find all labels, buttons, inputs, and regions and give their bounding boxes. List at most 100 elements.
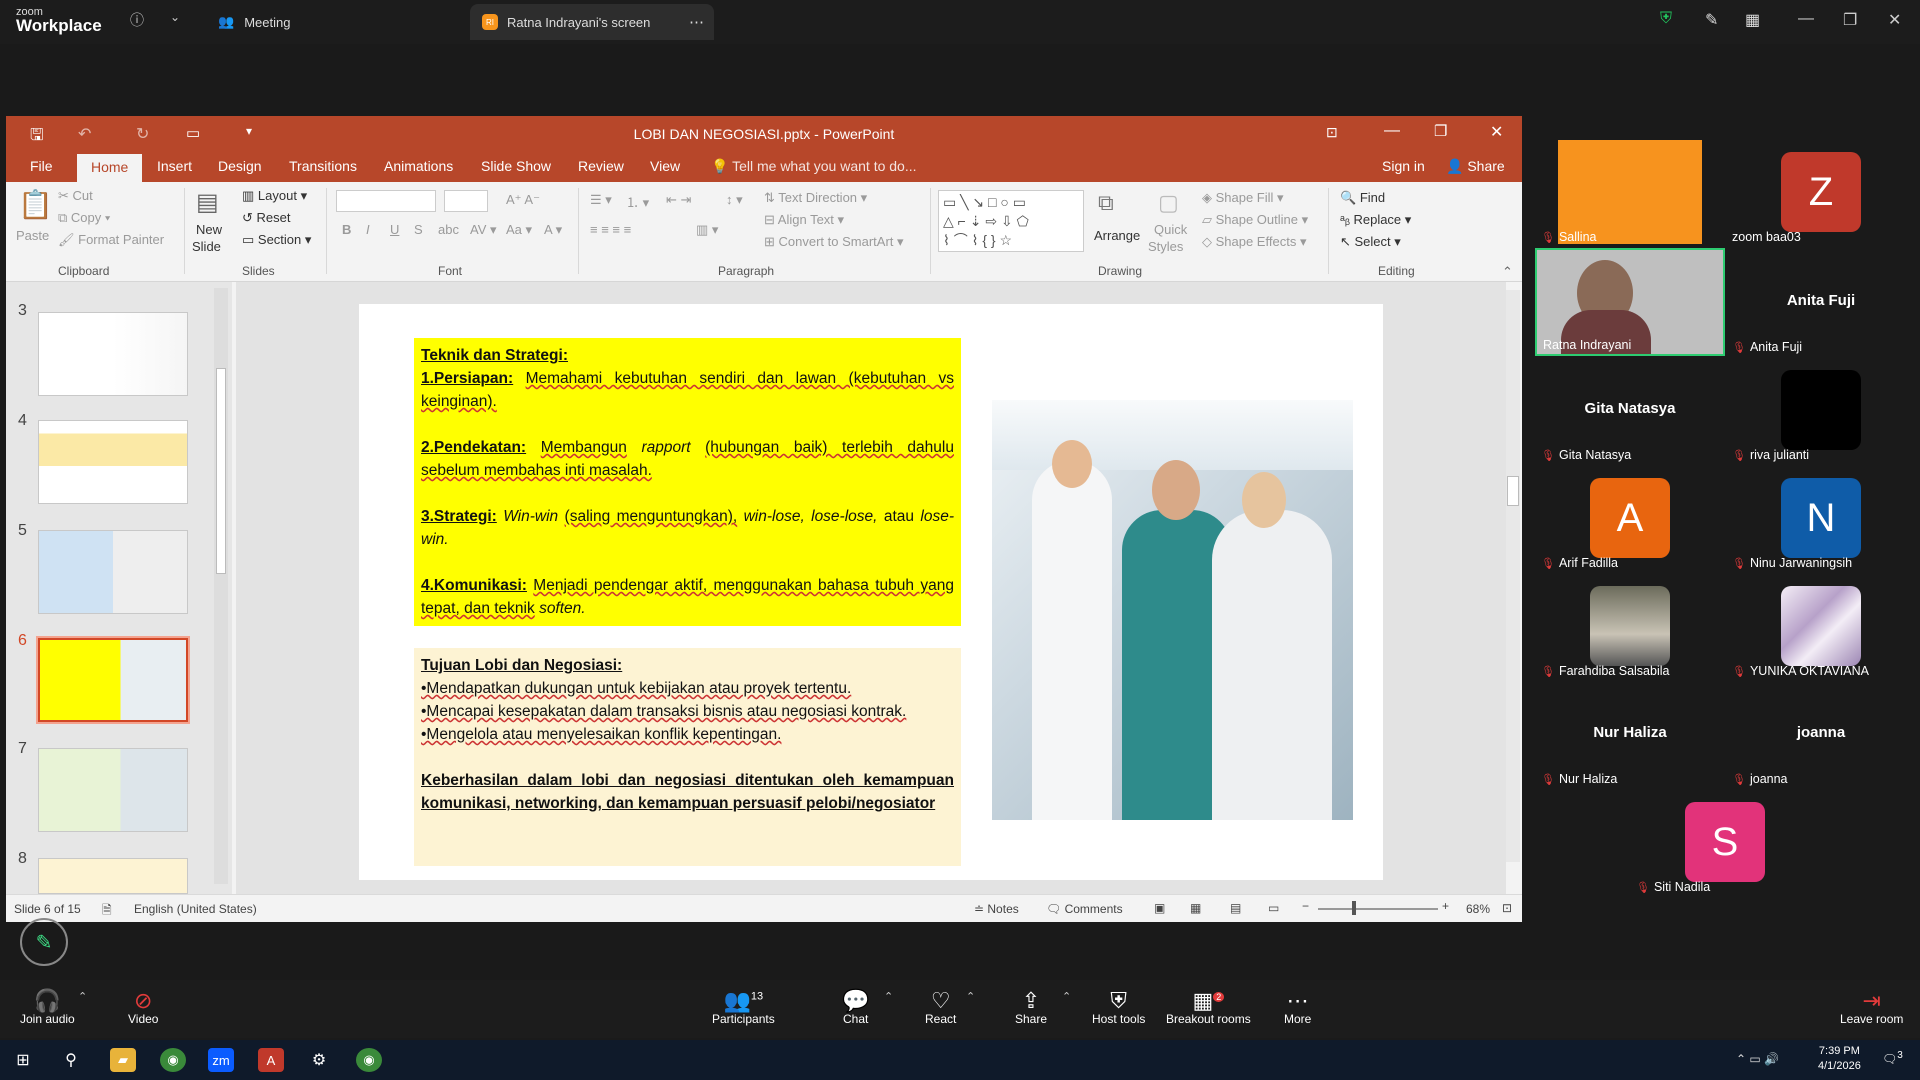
info-icon[interactable]: ⓘ	[130, 10, 144, 30]
chrome-icon[interactable]: ◉	[160, 1048, 186, 1072]
zoom-level[interactable]: 68%	[1466, 902, 1490, 916]
tab-insert[interactable]: Insert	[157, 158, 192, 174]
react-options-icon[interactable]: ⌃	[966, 990, 975, 1003]
file-explorer-icon[interactable]: ▰	[110, 1048, 136, 1072]
chat-options-icon[interactable]: ⌃	[884, 990, 893, 1003]
participant-tile[interactable]: 🎙 riva julianti	[1726, 356, 1916, 464]
chevron-down-icon[interactable]: ⌄	[170, 10, 180, 24]
slide-thumbnail-8[interactable]	[38, 858, 188, 894]
slide-thumbnail-7[interactable]	[38, 748, 188, 832]
bullets-button[interactable]: ☰ ▾	[590, 192, 612, 208]
tell-me-box[interactable]: 💡 Tell me what you want to do...	[711, 158, 917, 175]
section-button[interactable]: ▭ Section ▾	[242, 232, 311, 248]
char-spacing-button[interactable]: AV ▾	[470, 222, 497, 238]
participant-tile[interactable]: 🎙 Sallina	[1535, 138, 1725, 246]
convert-smartart-button[interactable]: ⊞ Convert to SmartArt ▾	[764, 234, 904, 250]
thumbs-scroll-thumb[interactable]	[216, 368, 226, 574]
zoom-slider[interactable]	[1318, 908, 1438, 910]
canvas-scroll-thumb[interactable]	[1507, 476, 1519, 506]
slide-thumbnail-6[interactable]	[36, 636, 190, 724]
ppt-close-icon[interactable]: ✕	[1490, 122, 1503, 142]
tab-meeting[interactable]: 👥 Meeting	[218, 4, 290, 40]
notification-icon[interactable]: 🗨3	[1882, 1050, 1903, 1066]
align-text-button[interactable]: ⊟ Align Text ▾	[764, 212, 844, 228]
columns-button[interactable]: ▥ ▾	[696, 222, 718, 238]
shape-outline-button[interactable]: ▱ Shape Outline ▾	[1202, 212, 1308, 228]
zoom-in-icon[interactable]: +	[1442, 899, 1449, 913]
breakout-rooms-button[interactable]: ▦ 2 Breakout rooms	[1166, 988, 1251, 1026]
slide-textbox-teknik[interactable]: Teknik dan Strategi: 1.Persiapan: Memaha…	[414, 338, 961, 626]
text-direction-button[interactable]: ⇅ Text Direction ▾	[764, 190, 867, 206]
line-spacing-button[interactable]: ↕ ▾	[726, 192, 743, 208]
canvas-scrollbar[interactable]	[1506, 290, 1520, 862]
tab-home[interactable]: Home	[77, 154, 143, 182]
numbering-button[interactable]: ⒈ ▾	[626, 192, 649, 211]
tab-file[interactable]: File	[30, 158, 53, 174]
collapse-ribbon-icon[interactable]: ⌃	[1502, 264, 1513, 280]
tab-animations[interactable]: Animations	[384, 158, 453, 174]
join-audio-button[interactable]: 🎧 Join audio	[20, 988, 75, 1026]
language-indicator[interactable]: English (United States)	[134, 902, 257, 916]
ppt-minimize-icon[interactable]: —	[1384, 122, 1400, 140]
arrange-button[interactable]: Arrange	[1094, 228, 1140, 243]
thumbs-scrollbar[interactable]	[214, 288, 228, 884]
video-button[interactable]: ⊘ Video	[128, 988, 158, 1026]
participant-tile[interactable]: Gita Natasya 🎙 Gita Natasya	[1535, 356, 1725, 464]
more-button[interactable]: ⋯ More	[1284, 988, 1311, 1026]
maximize-icon[interactable]: ❐	[1843, 10, 1857, 30]
font-color-button[interactable]: A ▾	[544, 222, 562, 238]
zoom-app-icon[interactable]: zm	[208, 1048, 234, 1072]
minimize-icon[interactable]: —	[1798, 10, 1814, 28]
strikethrough-button[interactable]: abc	[438, 222, 459, 237]
italic-button[interactable]: I	[366, 222, 370, 237]
shadow-button[interactable]: S	[414, 222, 423, 237]
cut-button[interactable]: ✂ Cut	[58, 188, 93, 204]
slideshow-view-icon[interactable]: ▭	[1268, 901, 1279, 915]
slide-sorter-icon[interactable]: ▦	[1190, 901, 1201, 915]
participant-tile[interactable]: A 🎙 Arif Fadilla	[1535, 464, 1725, 572]
font-name-input[interactable]	[336, 190, 436, 212]
participant-tile[interactable]: 🎙 YUNIKA OKTAVIANA	[1726, 572, 1916, 680]
participants-button[interactable]: 👥13 Participants	[712, 988, 775, 1026]
settings-icon[interactable]: ⚙	[306, 1048, 332, 1072]
slide-photo-doctors[interactable]	[992, 400, 1353, 820]
comments-button[interactable]: 🗨 Comments	[1046, 902, 1123, 916]
shapes-gallery[interactable]: ▭ ╲ ↘ □ ○ ▭ △ ⌐ ⇣ ⇨ ⇩ ⬠ ⌇ ⌒ ⌇ { } ☆	[938, 190, 1084, 252]
select-button[interactable]: ↖ Select ▾	[1340, 234, 1401, 250]
annotate-icon[interactable]: ✎	[1705, 10, 1718, 30]
sign-in-link[interactable]: Sign in	[1382, 158, 1425, 174]
host-tools-button[interactable]: ⛨ Host tools	[1092, 988, 1145, 1026]
replace-button[interactable]: ᵃᵦ Replace ▾	[1340, 212, 1411, 228]
tab-transitions[interactable]: Transitions	[289, 158, 357, 174]
search-icon[interactable]: ⚲	[58, 1048, 84, 1072]
react-button[interactable]: ♡ React	[925, 988, 956, 1026]
new-slide-button[interactable]: New	[196, 222, 222, 237]
windows-start-icon[interactable]: ⊞	[10, 1048, 36, 1072]
ribbon-display-icon[interactable]: ⊡	[1326, 124, 1338, 141]
audio-options-icon[interactable]: ⌃	[78, 990, 87, 1003]
underline-button[interactable]: U	[390, 222, 399, 237]
format-painter-button[interactable]: 🖌 Format Painter	[58, 232, 164, 248]
spell-check-icon[interactable]: 🗎	[102, 901, 112, 922]
slide-thumbnail-5[interactable]	[38, 530, 188, 614]
participant-tile[interactable]: joanna 🎙 joanna	[1726, 680, 1916, 788]
leave-room-button[interactable]: ⇥ Leave room	[1840, 988, 1903, 1026]
chat-button[interactable]: 💬 Chat	[842, 988, 869, 1026]
layout-icon[interactable]: ▦	[1745, 10, 1760, 30]
participant-tile[interactable]: Z zoom baa03	[1726, 138, 1916, 246]
paste-button[interactable]: Paste	[16, 228, 49, 243]
slide-textbox-tujuan[interactable]: Tujuan Lobi dan Negosiasi: •Mendapatkan …	[414, 648, 961, 866]
change-case-button[interactable]: Aa ▾	[506, 222, 532, 238]
copy-button[interactable]: ⧉ Copy ▾	[58, 210, 110, 226]
tab-review[interactable]: Review	[578, 158, 624, 174]
zoom-out-icon[interactable]: −	[1302, 899, 1309, 913]
participant-tile[interactable]: 🎙 Farahdiba Salsabila	[1535, 572, 1725, 680]
tray-icons[interactable]: ⌃ ▭ 🔊	[1736, 1052, 1779, 1066]
participant-tile[interactable]: S 🎙 Siti Nadila	[1630, 788, 1820, 896]
slide-thumbnail-3[interactable]	[38, 312, 188, 396]
tab-slide-show[interactable]: Slide Show	[481, 158, 551, 174]
share-options-icon[interactable]: ⌃	[1062, 990, 1071, 1003]
chrome-profile-icon[interactable]: ◉	[356, 1048, 382, 1072]
shield-icon[interactable]: ⛨	[1660, 10, 1672, 28]
ppt-restore-icon[interactable]: ❐	[1434, 122, 1447, 140]
